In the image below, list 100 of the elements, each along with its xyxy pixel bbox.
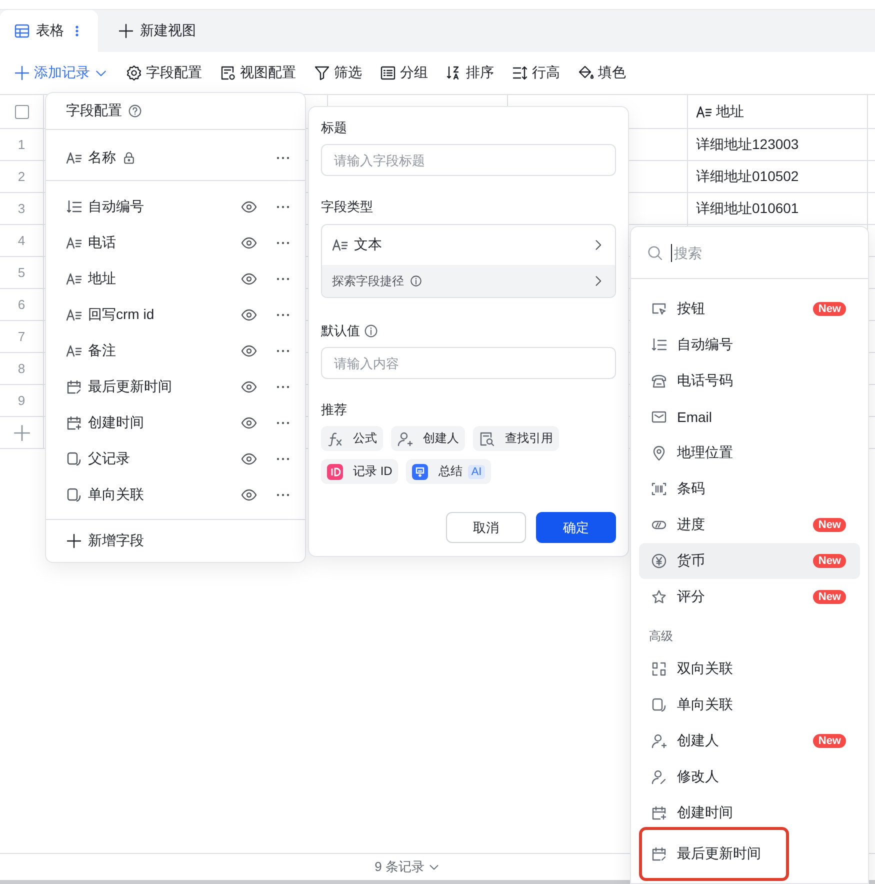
field-label: 字段类型 — [321, 198, 373, 216]
section-header: 高级 — [649, 628, 673, 645]
field-row[interactable]: 父记录 — [46, 441, 305, 478]
row-number: 8 — [18, 361, 26, 376]
table-cell: 详细地址010601 — [696, 200, 799, 218]
field-type-item[interactable]: 电话号码 — [639, 363, 860, 399]
info-icon — [410, 275, 422, 287]
field-row[interactable]: 最后更新时间 — [46, 369, 305, 406]
title-input-field[interactable]: 请输入字段标题 — [321, 144, 616, 176]
new-view-button[interactable]: 新建视图 — [98, 10, 210, 52]
row-number: 4 — [18, 233, 26, 248]
field-type-item[interactable]: 单向关联 — [639, 687, 860, 723]
field-row[interactable]: 名称 — [46, 136, 305, 182]
eye-icon[interactable] — [241, 487, 257, 504]
row-number: 1 — [18, 137, 26, 152]
document-gear-icon — [220, 65, 236, 81]
eye-icon[interactable] — [241, 307, 257, 324]
calendar-plus-icon — [651, 805, 667, 821]
filter-icon — [314, 65, 330, 81]
toolbar-button[interactable]: 排序 — [446, 64, 494, 82]
new-badge: New — [813, 518, 846, 532]
toolbar-button[interactable]: 填色 — [578, 64, 626, 82]
field-type-item[interactable]: 自动编号 — [639, 327, 860, 363]
row-number: 6 — [18, 297, 26, 312]
search-document-icon — [479, 430, 495, 446]
record-count-button[interactable]: 9 条记录 — [368, 857, 446, 877]
toolbar-button[interactable]: 字段配置 — [126, 64, 202, 82]
calendar-icon — [66, 379, 82, 396]
cancel-button[interactable]: 取消 — [446, 512, 526, 543]
text-type-icon — [66, 271, 82, 288]
eye-icon[interactable] — [241, 451, 257, 468]
user-plus-icon — [651, 733, 667, 749]
field-row[interactable]: 电话 — [46, 225, 305, 262]
recommend-chip[interactable]: 记录 ID — [321, 459, 398, 484]
field-row[interactable]: 地址 — [46, 261, 305, 298]
shortcut-row[interactable]: 探索字段捷径 — [322, 265, 615, 297]
toolbar-button[interactable]: 筛选 — [314, 64, 362, 82]
field-type-item[interactable]: 地理位置 — [639, 435, 860, 471]
location-icon — [651, 445, 667, 461]
toolbar-button[interactable]: 行高 — [512, 64, 560, 82]
row-number: 9 — [18, 393, 26, 408]
confirm-button[interactable]: 确定 — [536, 512, 616, 543]
recommend-chip[interactable]: 查找引用 — [473, 426, 559, 451]
text-type-icon — [696, 104, 712, 120]
field-row[interactable]: 备注 — [46, 333, 305, 370]
eye-icon[interactable] — [241, 271, 257, 288]
table-cell: 详细地址123003 — [696, 136, 799, 154]
add-row-icon[interactable] — [12, 424, 30, 442]
new-badge: New — [813, 302, 846, 316]
text-type-icon — [66, 150, 82, 166]
row-height-icon — [512, 65, 528, 81]
eye-icon[interactable] — [241, 415, 257, 432]
field-type-item[interactable]: 按钮 New — [639, 291, 860, 327]
field-row[interactable]: 回写crm id — [46, 297, 305, 334]
field-type-item[interactable]: 双向关联 — [639, 651, 860, 687]
field-row[interactable]: 单向关联 — [46, 477, 305, 514]
star-icon — [651, 589, 667, 605]
row-number: 2 — [18, 169, 26, 184]
toolbar-button[interactable]: 视图配置 — [220, 64, 296, 82]
field-row[interactable]: 自动编号 — [46, 189, 305, 226]
view-tab[interactable]: 表格 — [0, 10, 98, 52]
formula-icon — [327, 430, 343, 446]
numbered-list-icon — [651, 337, 667, 353]
plus-icon — [66, 533, 82, 550]
user-edit-icon — [651, 769, 667, 785]
add-field-button[interactable]: 新增字段 — [66, 532, 144, 550]
calendar-plus-icon — [66, 415, 82, 432]
eye-icon[interactable] — [241, 235, 257, 252]
add-record-button[interactable]: 添加记录 — [14, 64, 108, 82]
column-header[interactable]: 地址 — [688, 95, 868, 128]
field-row[interactable]: 创建时间 — [46, 405, 305, 442]
field-type-select[interactable]: 文本 — [322, 225, 615, 265]
phone-icon — [651, 373, 667, 389]
eye-icon[interactable] — [241, 343, 257, 360]
help-icon — [128, 104, 142, 118]
field-type-item[interactable]: 修改人 — [639, 759, 860, 795]
new-badge: New — [813, 590, 846, 604]
eye-icon[interactable] — [241, 379, 257, 396]
mail-icon — [651, 409, 667, 425]
toolbar-button[interactable]: 分组 — [380, 64, 428, 82]
table-icon — [14, 23, 30, 39]
recommend-chip[interactable]: 总结 AI — [406, 459, 491, 484]
field-type-item[interactable]: 条码 — [639, 471, 860, 507]
recommend-chip[interactable]: 创建人 — [391, 426, 465, 451]
select-all-checkbox[interactable] — [14, 104, 28, 118]
field-type-item[interactable]: 进度 New — [639, 507, 860, 543]
default-value-input-field[interactable]: 请输入内容 — [321, 347, 616, 379]
field-type-item[interactable]: 货币 New — [639, 543, 860, 579]
new-badge: New — [813, 554, 846, 568]
table-cell: 详细地址010502 — [696, 168, 799, 186]
text-type-icon — [66, 235, 82, 252]
recommend-chip[interactable]: 公式 — [321, 426, 383, 451]
field-type-item[interactable]: 评分 New — [639, 579, 860, 615]
field-type-item[interactable]: 创建人 New — [639, 723, 860, 759]
field-label: 推荐 — [321, 401, 347, 419]
row-number: 3 — [18, 201, 26, 216]
eye-icon[interactable] — [241, 199, 257, 216]
field-type-item[interactable]: Email — [639, 399, 860, 435]
calendar-icon — [651, 846, 667, 862]
field-label: 默认值 — [321, 322, 360, 340]
